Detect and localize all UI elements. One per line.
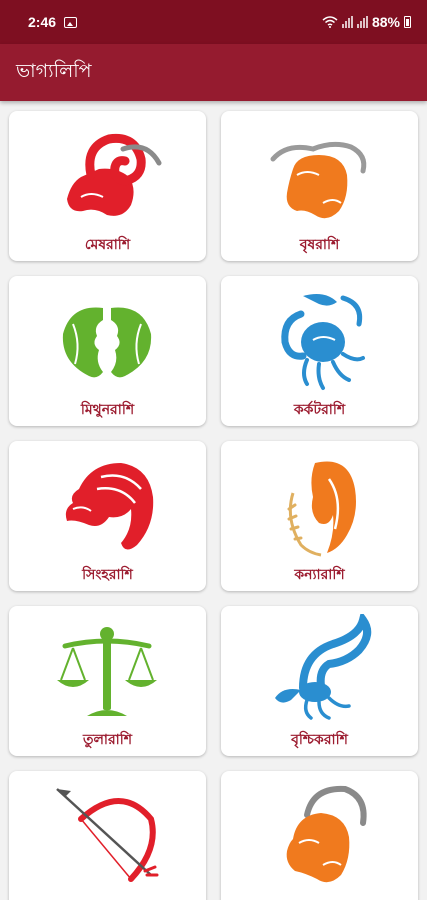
zodiac-card-gemini[interactable]: মিথুনরাশি [9, 276, 206, 426]
zodiac-card-leo[interactable]: সিংহরাশি [9, 441, 206, 591]
gemini-twins-icon [62, 307, 152, 378]
status-bar: 2:46 88% [0, 0, 427, 44]
signal-icon [356, 16, 368, 28]
zodiac-label: কন্যারাশি [294, 567, 345, 583]
capricorn-goat-icon [286, 785, 367, 883]
zodiac-card-libra[interactable]: তুলারাশি [9, 606, 206, 756]
zodiac-card-aries[interactable]: মেষরাশি [9, 111, 206, 261]
leo-lion-icon [65, 463, 154, 550]
status-time: 2:46 [28, 14, 57, 30]
zodiac-label: বৃষরাশি [299, 237, 340, 253]
image-icon [64, 16, 78, 28]
libra-scales-icon [57, 627, 157, 716]
sagittarius-bow-icon [56, 788, 159, 882]
zodiac-label: মিথুনরাশি [80, 402, 135, 418]
zodiac-card-scorpio[interactable]: বৃশ্চিকরাশি [221, 606, 418, 756]
cancer-crab-icon [281, 294, 365, 390]
app-bar: ভাগ্যলিপি [0, 44, 427, 101]
zodiac-label: কর্কটরাশি [293, 402, 346, 418]
wifi-icon [322, 16, 338, 28]
zodiac-card-taurus[interactable]: বৃষরাশি [221, 111, 418, 261]
zodiac-label: তুলারাশি [82, 732, 133, 748]
scorpio-scorpion-icon [275, 614, 372, 720]
aries-ram-icon [67, 133, 162, 216]
battery-icon [404, 16, 411, 28]
battery-percent: 88% [371, 14, 400, 30]
zodiac-card-cancer[interactable]: কর্কটরাশি [221, 276, 418, 426]
zodiac-label: মেষরাশি [84, 237, 131, 253]
taurus-bull-icon [270, 141, 367, 219]
zodiac-card-capricorn[interactable] [221, 771, 418, 900]
zodiac-card-virgo[interactable]: কন্যারাশি [221, 441, 418, 591]
zodiac-label: সিংহরাশি [82, 567, 133, 583]
page-title: ভাগ্যলিপি [16, 59, 92, 82]
signal-icon [341, 16, 353, 28]
virgo-maiden-icon [287, 461, 356, 557]
zodiac-label: বৃশ্চিকরাশি [291, 732, 348, 748]
zodiac-card-sagittarius[interactable] [9, 771, 206, 900]
zodiac-grid: মেষরাশি বৃষরাশি মিথুনরাশি কর্কটরাশি সিংহ… [0, 101, 427, 900]
